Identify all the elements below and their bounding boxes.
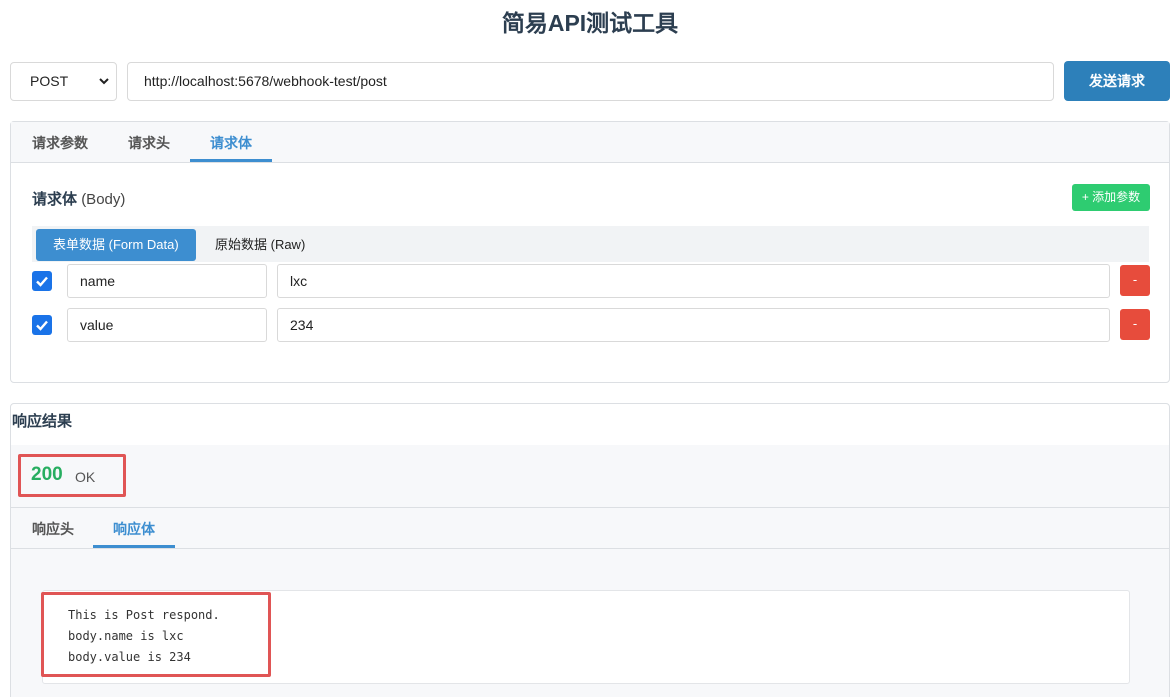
method-value: POST [30,73,69,89]
request-panel: 请求参数 请求头 请求体 请求体 (Body) + 添加参数 表单数据 (For… [10,121,1170,383]
tab-request-headers[interactable]: 请求头 [116,122,182,162]
send-request-button[interactable]: 发送请求 [1064,61,1170,101]
body-section-title: 请求体 (Body) [32,188,125,209]
body-title: 请求体 [32,191,78,208]
param-value-input[interactable]: 234 [277,308,1110,342]
checkmark-icon [36,320,48,331]
request-tabbar: 请求参数 请求头 请求体 [11,122,1169,163]
method-select[interactable]: POST [10,62,117,101]
param-row: name lxc - [32,264,1150,298]
url-input[interactable]: http://localhost:5678/webhook-test/post [127,62,1054,101]
response-tabbar: 响应头 响应体 [11,508,1169,549]
body-type-raw[interactable]: 原始数据 (Raw) [198,229,322,261]
chevron-down-icon [97,63,111,100]
response-title: 响应结果 [12,413,73,430]
body-type-form-data[interactable]: 表单数据 (Form Data) [36,229,196,261]
param-key-input[interactable]: value [67,308,267,342]
app-title: 简易API测试工具 [501,10,679,36]
remove-param-button[interactable]: - [1120,309,1150,340]
body-type-bar: 表单数据 (Form Data) 原始数据 (Raw) [32,226,1149,262]
tab-response-headers[interactable]: 响应头 [21,508,85,548]
response-content: This is Post respond. body.name is lxc b… [11,549,1169,697]
param-key-input[interactable]: name [67,264,267,298]
add-param-button[interactable]: + 添加参数 [1072,184,1150,211]
remove-param-button[interactable]: - [1120,265,1150,296]
param-row: value 234 - [32,308,1150,342]
param-value-input[interactable]: lxc [277,264,1110,298]
tab-response-body[interactable]: 响应体 [93,508,175,548]
param-enabled-checkbox[interactable] [32,315,52,335]
tab-request-params[interactable]: 请求参数 [21,122,99,162]
status-highlight-box [18,454,126,497]
body-highlight-box [41,592,271,677]
body-title-sub: (Body) [81,191,126,208]
status-area: 200 OK [11,445,1169,508]
tab-request-body[interactable]: 请求体 [190,122,272,162]
response-panel: 响应结果 200 OK 响应头 响应体 This is Post respond… [10,403,1170,697]
checkmark-icon [36,276,48,287]
param-enabled-checkbox[interactable] [32,271,52,291]
